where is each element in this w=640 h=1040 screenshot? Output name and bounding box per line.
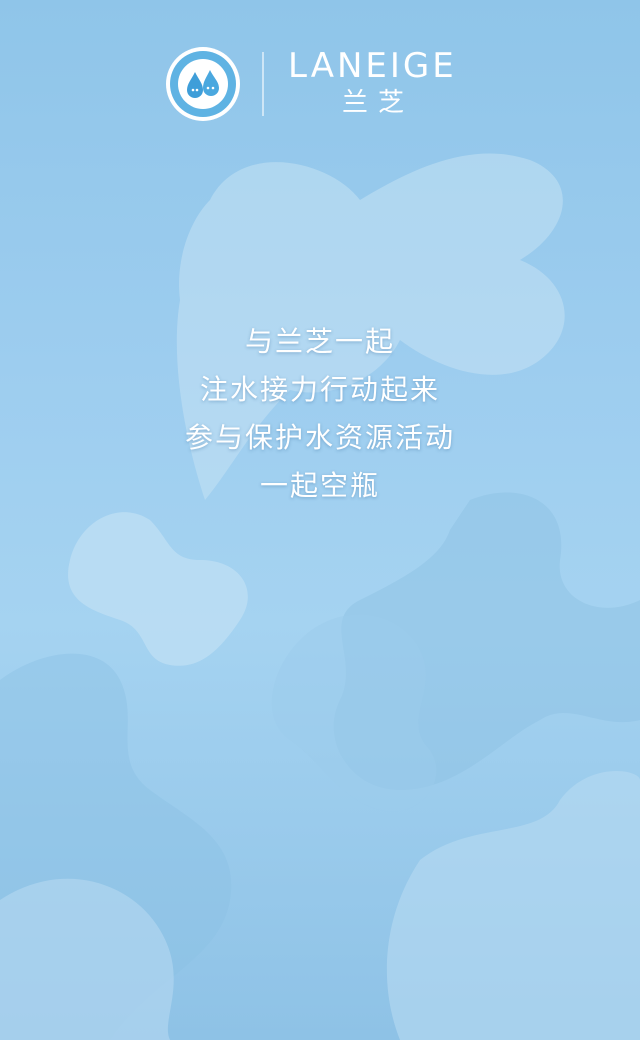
slogan-line-2: 注水接力行动起来: [199, 373, 440, 406]
brand-name-english: LANEIGE: [288, 46, 457, 86]
light-blob-bottom-right: [386, 771, 640, 1040]
header: LANEIGE 兰芝: [0, 44, 640, 124]
dark-blob-center: [271, 614, 437, 812]
header-divider: [262, 52, 264, 116]
slogan-line-3: 参与保护水资源活动: [184, 421, 455, 454]
light-blob-left: [68, 512, 248, 666]
brand-name-chinese: 兰芝: [341, 88, 414, 118]
slogan: 与兰芝一起 注水接力行动起来 参与保护水资源活动 一起空瓶: [0, 318, 640, 510]
refill-me-badge-icon: [166, 47, 240, 121]
slogan-line-1: 与兰芝一起: [244, 325, 395, 358]
background-shapes: [0, 153, 640, 1040]
slogan-line-4: 一起空瓶: [259, 469, 380, 502]
